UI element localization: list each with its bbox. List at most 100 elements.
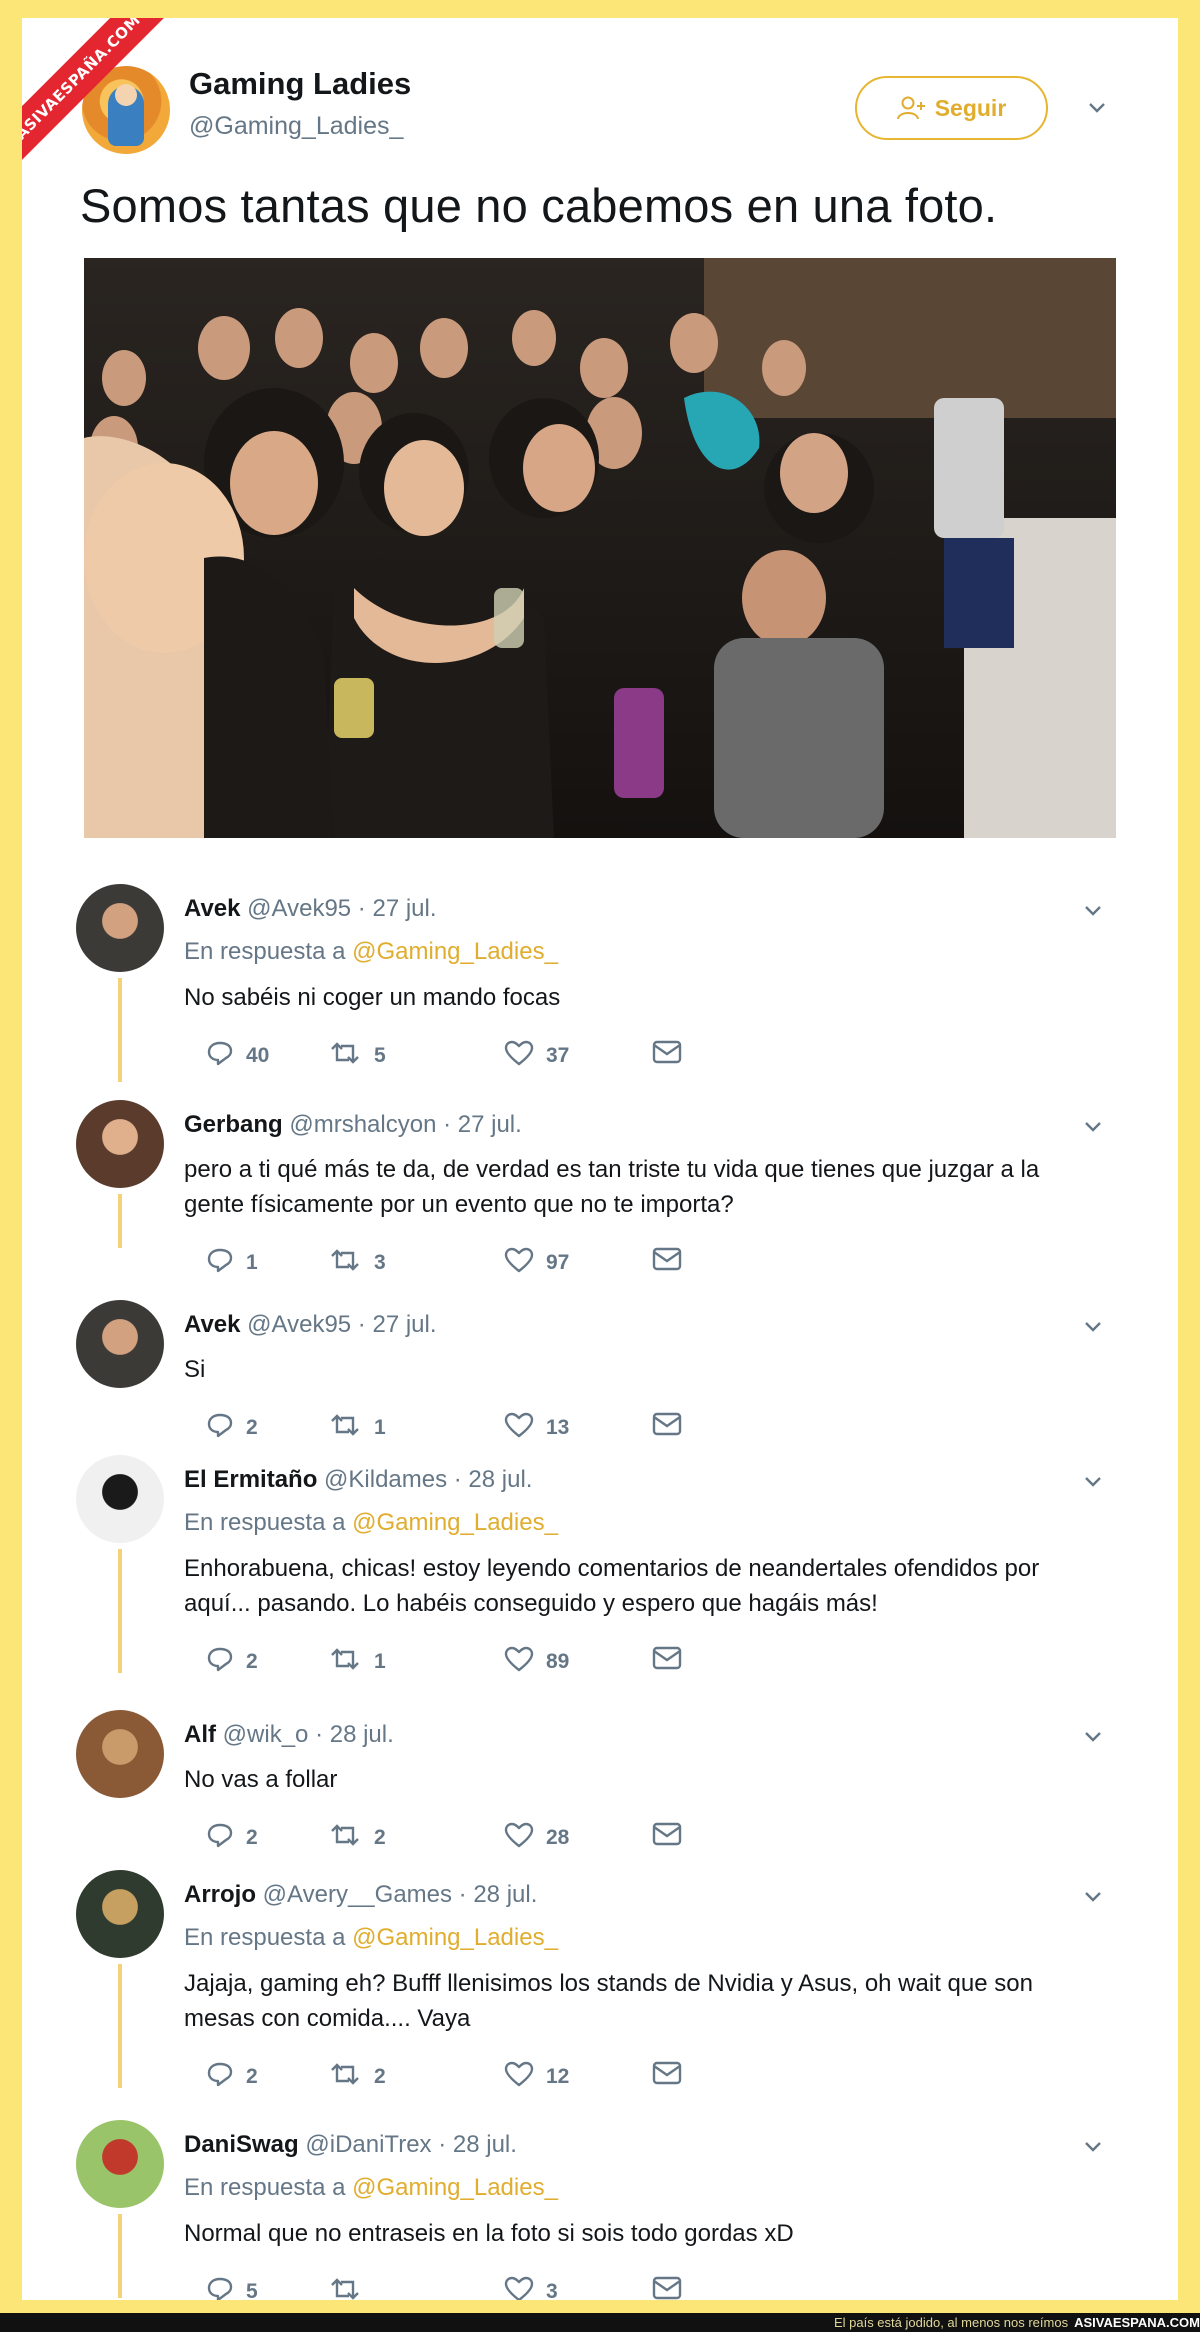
retweet-action[interactable]: 2	[328, 1822, 386, 1854]
reply-text-line: No sabéis ni coger un mando focas	[184, 984, 561, 1011]
reply-handle-date[interactable]: @Kildames · 28 jul.	[324, 1466, 532, 1493]
reply-author-name[interactable]: DaniSwag	[184, 2131, 299, 2158]
tweet-text: Somos tantas que no cabemos en una foto.	[80, 179, 998, 232]
retweet-action[interactable]: 1	[328, 1412, 386, 1444]
direct-message-action[interactable]	[652, 2276, 682, 2300]
reply-handle-date[interactable]: @mrshalcyon · 27 jul.	[289, 1111, 521, 1138]
reply-action[interactable]: 40	[206, 1040, 269, 1072]
reply-tweet[interactable]: Avek @Avek95 · 27 jul. En respuesta a @G…	[22, 872, 1178, 1082]
reply-tweet[interactable]: Avek @Avek95 · 27 jul. Si 2 1 13	[22, 1288, 1178, 1439]
tweet-photo[interactable]	[84, 258, 1116, 838]
like-action[interactable]: 12	[504, 2061, 569, 2093]
in-reply-to: En respuesta a @Gaming_Ladies_	[184, 938, 558, 966]
envelope-icon	[652, 1040, 682, 1070]
reply-avatar[interactable]	[76, 2120, 164, 2208]
retweet-action[interactable]: 3	[328, 1247, 386, 1279]
like-action[interactable]: 28	[504, 1822, 569, 1854]
reply-avatar[interactable]	[76, 884, 164, 972]
reply-action[interactable]: 5	[206, 2276, 258, 2300]
reply-avatar[interactable]	[76, 1100, 164, 1188]
chevron-down-icon[interactable]	[1082, 899, 1104, 921]
like-count: 97	[546, 1251, 570, 1274]
in-reply-handle[interactable]: @Gaming_Ladies_	[352, 1509, 558, 1536]
reply-handle-date[interactable]: @iDaniTrex · 28 jul.	[305, 2131, 517, 2158]
heart-icon	[504, 1247, 534, 1279]
reply-text: pero a ti qué más te da, de verdad es ta…	[184, 1152, 1144, 1222]
reply-author-name[interactable]: El Ermitaño	[184, 1466, 317, 1493]
chevron-down-icon[interactable]	[1082, 1885, 1104, 1907]
direct-message-action[interactable]	[652, 1646, 682, 1676]
author-handle[interactable]: @Gaming_Ladies_	[189, 112, 403, 141]
reply-author-name[interactable]: Alf	[184, 1721, 216, 1748]
chevron-down-icon[interactable]	[1082, 1725, 1104, 1747]
chevron-down-icon[interactable]	[1082, 1470, 1104, 1492]
reply-handle-date[interactable]: @wik_o · 28 jul.	[223, 1721, 394, 1748]
retweet-count: 3	[374, 1251, 386, 1274]
author-name[interactable]: Gaming Ladies	[189, 66, 411, 102]
retweet-action[interactable]	[328, 2276, 374, 2300]
reply-tweet[interactable]: Arrojo @Avery__Games · 28 jul. En respue…	[22, 1858, 1178, 2088]
direct-message-action[interactable]	[652, 1247, 682, 1277]
like-action[interactable]: 3	[504, 2276, 558, 2300]
reply-text-line: gente físicamente por un evento que no t…	[184, 1191, 734, 1218]
reply-icon	[206, 1040, 234, 1072]
like-count: 89	[546, 1650, 570, 1673]
reply-action[interactable]: 1	[206, 1247, 258, 1279]
reply-action[interactable]: 2	[206, 1412, 258, 1444]
reply-author-name[interactable]: Avek	[184, 895, 240, 922]
like-action[interactable]: 37	[504, 1040, 569, 1072]
reply-avatar[interactable]	[76, 1455, 164, 1543]
reply-count: 1	[246, 1251, 258, 1274]
follow-button[interactable]: Seguir	[855, 76, 1048, 140]
retweet-icon	[328, 1412, 362, 1444]
retweet-action[interactable]: 2	[328, 2061, 386, 2093]
like-action[interactable]: 89	[504, 1646, 569, 1678]
reply-tweet[interactable]: El Ermitaño @Kildames · 28 jul. En respu…	[22, 1443, 1178, 1673]
reply-tweet[interactable]: Gerbang @mrshalcyon · 27 jul. pero a ti …	[22, 1088, 1178, 1274]
reply-handle-date[interactable]: @Avery__Games · 28 jul.	[263, 1881, 538, 1908]
reply-author-name[interactable]: Gerbang	[184, 1111, 283, 1138]
like-count: 3	[546, 2280, 558, 2300]
reply-actions: 5 3	[184, 2276, 684, 2300]
thread-line	[118, 1964, 122, 2088]
chevron-down-icon[interactable]	[1086, 96, 1108, 118]
chevron-down-icon[interactable]	[1082, 1315, 1104, 1337]
like-action[interactable]: 13	[504, 1412, 569, 1444]
reply-handle-date[interactable]: @Avek95 · 27 jul.	[247, 1311, 436, 1338]
reply-icon	[206, 1822, 234, 1854]
retweet-action[interactable]: 5	[328, 1040, 386, 1072]
reply-count: 2	[246, 1826, 258, 1849]
reply-author-name[interactable]: Arrojo	[184, 1881, 256, 1908]
in-reply-handle[interactable]: @Gaming_Ladies_	[352, 1924, 558, 1951]
footer-site[interactable]: ASIVAESPANA.COM	[1074, 2315, 1200, 2330]
reply-avatar[interactable]	[76, 1710, 164, 1798]
retweet-action[interactable]: 1	[328, 1646, 386, 1678]
direct-message-action[interactable]	[652, 2061, 682, 2091]
reply-avatar[interactable]	[76, 1870, 164, 1958]
retweet-icon	[328, 1822, 362, 1854]
reply-header: El Ermitaño @Kildames · 28 jul.	[184, 1466, 532, 1494]
reply-handle-date[interactable]: @Avek95 · 27 jul.	[247, 895, 436, 922]
reply-author-name[interactable]: Avek	[184, 1311, 240, 1338]
like-action[interactable]: 97	[504, 1247, 569, 1279]
reply-action[interactable]: 2	[206, 2061, 258, 2093]
direct-message-action[interactable]	[652, 1040, 682, 1070]
page: { "watermark": "ASIVAESPAÑA.COM", "tweet…	[0, 0, 1200, 2332]
reply-tweet[interactable]: Alf @wik_o · 28 jul. No vas a follar 2 2…	[22, 1698, 1178, 1849]
like-count: 37	[546, 1044, 570, 1067]
chevron-down-icon[interactable]	[1082, 2135, 1104, 2157]
reply-icon	[206, 2061, 234, 2093]
reply-tweet[interactable]: DaniSwag @iDaniTrex · 28 jul. En respues…	[22, 2108, 1178, 2300]
direct-message-action[interactable]	[652, 1822, 682, 1852]
retweet-count: 1	[374, 1650, 386, 1673]
reply-action[interactable]: 2	[206, 1646, 258, 1678]
reply-text: No vas a follar	[184, 1762, 1144, 1797]
footer-tagline: El país está jodido, al menos nos reímos	[833, 2315, 1069, 2330]
reply-avatar[interactable]	[76, 1300, 164, 1388]
in-reply-handle[interactable]: @Gaming_Ladies_	[352, 2174, 558, 2201]
in-reply-handle[interactable]: @Gaming_Ladies_	[352, 938, 558, 965]
reply-text: Jajaja, gaming eh? Bufff llenisimos los …	[184, 1966, 1144, 2036]
direct-message-action[interactable]	[652, 1412, 682, 1442]
reply-action[interactable]: 2	[206, 1822, 258, 1854]
chevron-down-icon[interactable]	[1082, 1115, 1104, 1137]
